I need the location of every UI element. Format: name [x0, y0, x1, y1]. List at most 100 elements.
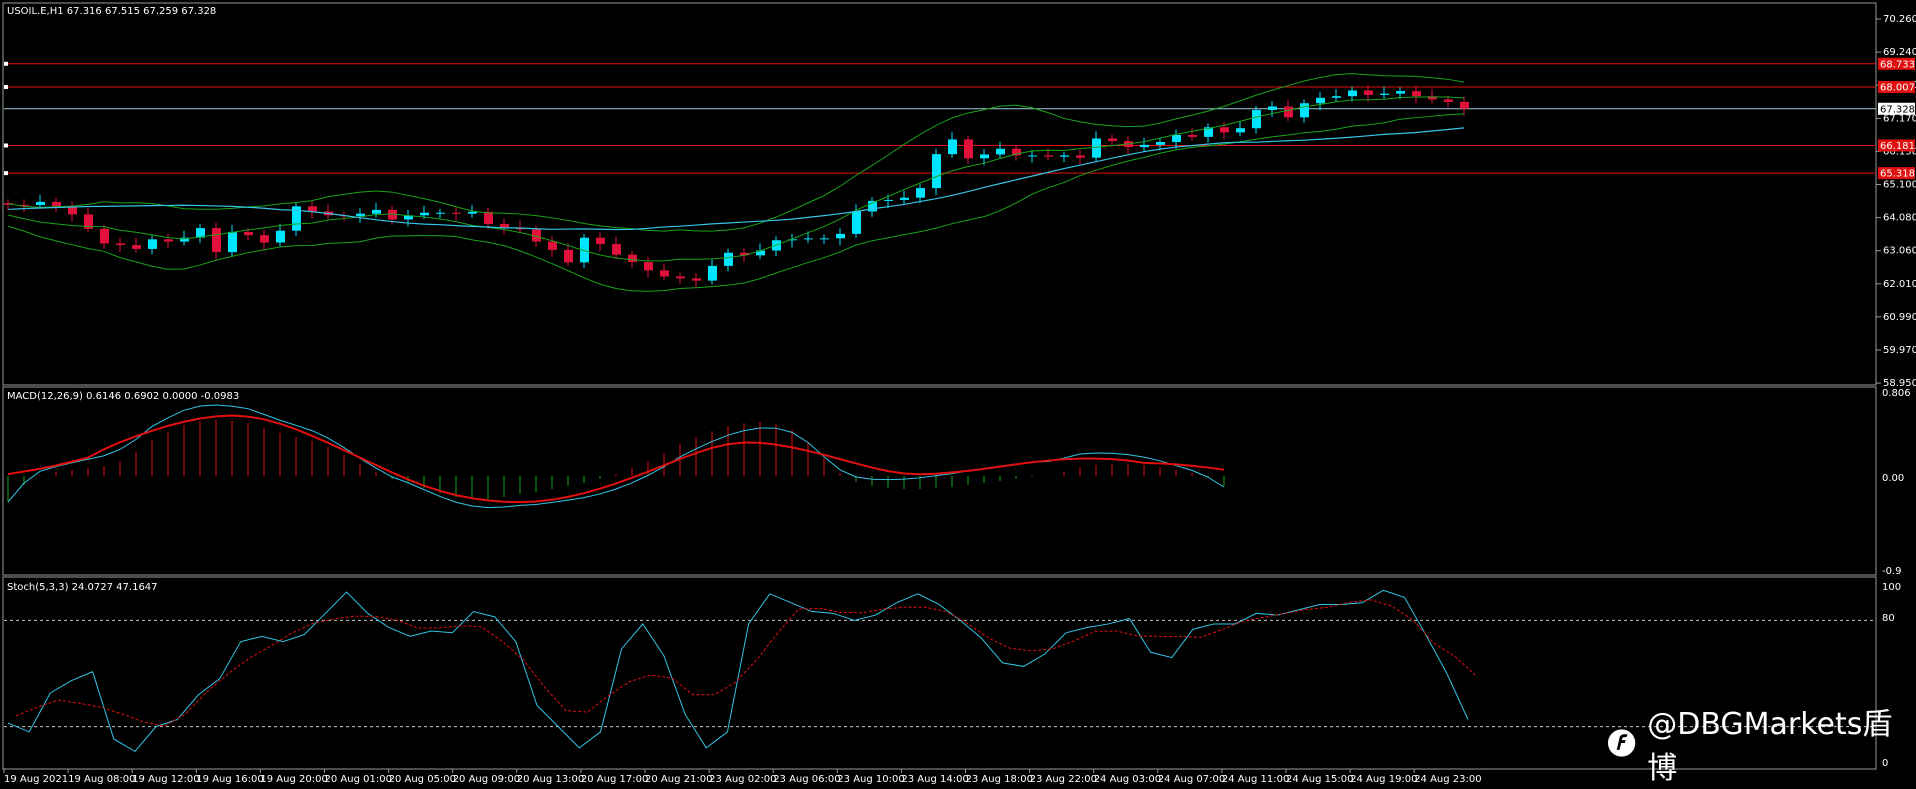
- candle-body: [564, 249, 573, 263]
- time-tick-label: 24 Aug 19:00: [1350, 774, 1417, 785]
- candle-body: [964, 139, 973, 159]
- candle-body: [916, 188, 925, 198]
- candle-body: [148, 239, 157, 249]
- candle-body: [276, 230, 285, 243]
- candle-body: [724, 252, 733, 266]
- candle-body: [692, 278, 701, 281]
- candle-body: [1284, 106, 1293, 118]
- time-tick-label: 24 Aug 15:00: [1286, 774, 1353, 785]
- macd-label: MACD(12,26,9) 0.6146 0.6902 0.0000 -0.09…: [7, 391, 239, 402]
- price-tick-label: 60.990: [1883, 312, 1916, 323]
- candle-body: [212, 228, 221, 253]
- price-level-handle: [4, 171, 8, 176]
- candle-body: [1140, 144, 1149, 148]
- time-tick-label: 24 Aug 03:00: [1094, 774, 1161, 785]
- time-tick-label: 19 Aug 08:00: [68, 774, 135, 785]
- time-tick-label: 23 Aug 10:00: [837, 774, 904, 785]
- macd-tick-zero: 0.00: [1882, 473, 1904, 484]
- time-tick-label: 20 Aug 13:00: [517, 774, 584, 785]
- candle-body: [1108, 138, 1117, 142]
- candle-body: [948, 139, 957, 155]
- candle-body: [1220, 127, 1229, 133]
- time-tick-label: 19 Aug 2021: [4, 774, 68, 785]
- macd-tick-top: 0.806: [1882, 388, 1911, 399]
- symbol-label: USOIL.E,H1 67.316 67.515 67.259 67.328: [7, 6, 216, 17]
- candle-body: [1348, 90, 1357, 97]
- candle-body: [676, 276, 685, 279]
- candle-body: [1444, 99, 1453, 102]
- time-tick-label: 23 Aug 22:00: [1030, 774, 1097, 785]
- time-tick-label: 20 Aug 01:00: [325, 774, 392, 785]
- candle-body: [500, 223, 509, 228]
- candle-body: [132, 245, 141, 249]
- price-level-handle: [4, 61, 8, 66]
- candle-body: [884, 199, 893, 201]
- time-tick-label: 23 Aug 18:00: [966, 774, 1033, 785]
- time-tick-label: 24 Aug 11:00: [1222, 774, 1289, 785]
- candle-body: [548, 241, 557, 250]
- price-level-label: 68.733: [1880, 59, 1915, 70]
- candle-body: [1028, 155, 1037, 157]
- candle-body: [308, 206, 317, 212]
- candle-body: [612, 244, 621, 255]
- price-tick-label: 64.080: [1883, 213, 1916, 224]
- price-level-label: 65.318: [1880, 169, 1915, 180]
- candle-body: [1092, 138, 1101, 158]
- candle-body: [820, 238, 829, 240]
- candle-body: [1380, 93, 1389, 95]
- candle-body: [1268, 106, 1277, 110]
- candle-body: [900, 197, 909, 200]
- candle-body: [1076, 155, 1085, 158]
- chart-background: [0, 0, 1916, 789]
- candle-body: [1060, 155, 1069, 157]
- candle-body: [420, 212, 429, 216]
- candle-body: [1332, 96, 1341, 98]
- candle-body: [660, 270, 669, 277]
- price-tick-label: 70.260: [1883, 14, 1916, 25]
- candle-body: [468, 211, 477, 214]
- time-tick-label: 24 Aug 07:00: [1158, 774, 1225, 785]
- candle-body: [260, 235, 269, 243]
- candle-body: [708, 265, 717, 281]
- watermark-text: @DBGMarkets盾博: [1647, 707, 1893, 786]
- candle-body: [244, 231, 253, 236]
- time-tick-label: 23 Aug 02:00: [709, 774, 776, 785]
- candle-body: [852, 211, 861, 234]
- candle-body: [1236, 128, 1245, 133]
- candle-body: [1412, 91, 1421, 97]
- candle-body: [1156, 141, 1165, 145]
- candle-body: [484, 211, 493, 224]
- price-tick-label: 59.970: [1883, 345, 1916, 356]
- price-tick-label: 69.240: [1883, 47, 1916, 58]
- time-tick-label: 20 Aug 05:00: [389, 774, 456, 785]
- candle-body: [1364, 90, 1373, 95]
- candle-body: [1316, 97, 1325, 104]
- time-tick-label: 20 Aug 21:00: [645, 774, 712, 785]
- price-level-label: 66.181: [1880, 141, 1915, 152]
- candle-body: [100, 228, 109, 244]
- dbg-logo-icon: [1607, 729, 1636, 757]
- candle-body: [1396, 91, 1405, 94]
- time-tick-label: 20 Aug 17:00: [581, 774, 648, 785]
- candle-body: [452, 212, 461, 214]
- stoch-tick-100: 100: [1882, 582, 1901, 593]
- time-tick-label: 24 Aug 23:00: [1414, 774, 1481, 785]
- candle-body: [1460, 101, 1469, 109]
- price-tick-label: 65.100: [1883, 180, 1916, 191]
- candle-body: [36, 201, 45, 206]
- candle-body: [164, 239, 173, 242]
- candle-body: [836, 233, 845, 239]
- candle-body: [436, 212, 445, 214]
- price-tick-label: 63.060: [1883, 246, 1916, 257]
- candle-body: [996, 148, 1005, 155]
- time-tick-label: 23 Aug 06:00: [773, 774, 840, 785]
- price-level-handle: [4, 85, 8, 90]
- candle-body: [356, 213, 365, 216]
- price-level-handle: [4, 143, 8, 148]
- stoch-label: Stoch(5,3,3) 24.0727 47.1647: [7, 582, 158, 593]
- candle-body: [68, 206, 77, 215]
- candle-body: [932, 154, 941, 189]
- candle-body: [980, 154, 989, 159]
- macd-tick-bottom: -0.9: [1882, 566, 1902, 577]
- time-tick-label: 23 Aug 14:00: [901, 774, 968, 785]
